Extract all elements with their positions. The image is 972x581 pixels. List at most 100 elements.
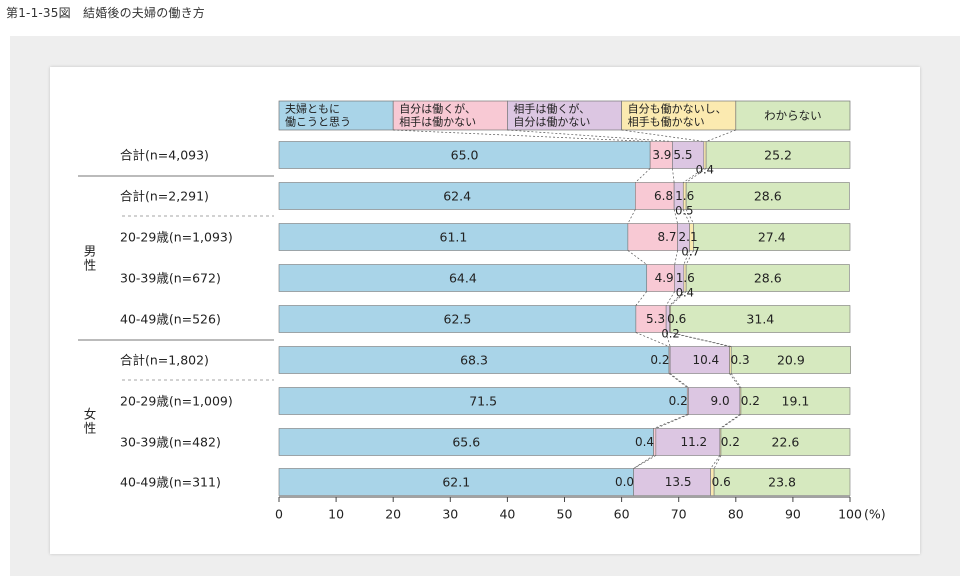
data-label: 28.6: [754, 271, 782, 286]
legend-label: 夫婦ともに: [285, 102, 340, 116]
bar-connector: [655, 414, 689, 429]
data-label: 2.1: [679, 230, 698, 244]
group-label: 性: [84, 258, 97, 273]
data-label: 64.4: [449, 271, 477, 286]
data-label: 62.1: [442, 475, 470, 490]
data-label: 10.4: [692, 353, 719, 367]
data-label: 71.5: [469, 394, 497, 409]
legend-connector: [621, 129, 704, 142]
x-tick-label: 50: [557, 507, 573, 522]
data-label: 11.2: [680, 435, 707, 449]
data-label: 22.6: [772, 435, 800, 450]
data-label: 4.9: [655, 271, 674, 285]
legend-label: 相手は働かない: [399, 115, 476, 129]
row-label: 20-29歳(n=1,009): [120, 394, 233, 409]
bar-connector: [672, 168, 675, 183]
legend-connector: [705, 129, 736, 142]
stacked-bar-chart: 夫婦ともに働こうと思う 自分は働くが、相手は働かない 相手は働くが、自分は働かない 自…: [78, 100, 886, 522]
bar-connector: [635, 291, 648, 306]
x-tick-label: 60: [614, 507, 630, 522]
data-label: 31.4: [746, 312, 774, 327]
data-label: 3.9: [652, 148, 671, 162]
row-label: 合計(n=4,093): [120, 148, 209, 163]
legend-label: 自分も働かないし、: [628, 103, 727, 116]
data-label: 0.2: [721, 435, 740, 449]
legend-label: 自分は働かない: [513, 116, 590, 129]
bar-connector: [653, 414, 688, 429]
data-label: 5.3: [646, 312, 665, 326]
group-label: 男: [84, 244, 97, 259]
data-label: 62.4: [443, 189, 471, 204]
legend-connector: [393, 129, 651, 142]
data-label: 0.7: [681, 245, 699, 259]
data-label: 20.9: [777, 353, 805, 368]
bar-connector: [627, 250, 647, 265]
row-label: 30-39歳(n=672): [120, 271, 221, 286]
x-tick-label: 70: [671, 507, 687, 522]
data-label: 0.3: [731, 353, 750, 367]
x-tick-label: 30: [442, 507, 458, 522]
data-label: 28.6: [754, 189, 782, 204]
chart-card: 夫婦ともに 働こうと思う 自分は働くが、 相手は働かない 相手は働くが、 自分は働かない 自…: [50, 67, 920, 554]
row-label: 30-39歳(n=482): [120, 435, 221, 450]
bar-connector: [674, 250, 678, 265]
data-label: 8.7: [657, 230, 676, 244]
data-label: 0.5: [675, 204, 693, 218]
bar-connector: [730, 373, 742, 388]
data-label: 27.4: [758, 230, 786, 245]
data-label: 62.5: [444, 312, 472, 327]
data-label: 23.8: [768, 475, 796, 490]
data-label: 9.0: [711, 394, 730, 408]
data-label: 0.2: [669, 394, 688, 408]
row-label: 20-29歳(n=1,093): [120, 230, 233, 245]
group-label: 女: [84, 407, 97, 422]
data-label: 0.2: [741, 394, 760, 408]
x-axis-label: (%): [864, 507, 886, 522]
bar-connector: [668, 373, 688, 388]
data-label: 25.2: [764, 148, 792, 163]
x-tick-label: 20: [385, 507, 401, 522]
data-label: 1.6: [676, 271, 695, 285]
bar-connector: [627, 209, 636, 224]
row-label: 40-49歳(n=311): [120, 475, 221, 490]
legend-label: 相手も働かない: [628, 115, 705, 129]
data-label: 0.6: [667, 312, 686, 326]
page-title: 第1-1-35図 結婚後の夫婦の働き方: [6, 6, 206, 20]
data-label: 0.2: [661, 327, 679, 341]
x-tick-label: 90: [785, 507, 801, 522]
x-tick-label: 80: [728, 507, 744, 522]
row-label: 合計(n=2,291): [120, 189, 209, 204]
data-label: 61.1: [440, 230, 468, 245]
data-label: 0.0: [615, 475, 634, 489]
data-label: 1.6: [675, 189, 694, 203]
bar-connector: [633, 455, 654, 469]
data-label: 6.8: [654, 189, 673, 203]
bar-connector: [720, 414, 742, 429]
x-tick-label: 40: [499, 507, 515, 522]
data-label: 68.3: [460, 353, 488, 368]
data-label: 65.6: [452, 435, 480, 450]
data-label: 19.1: [782, 394, 810, 409]
data-label: 0.2: [650, 353, 669, 367]
bar-connector: [719, 414, 740, 429]
x-tick-label: 10: [328, 507, 344, 522]
row-label: 40-49歳(n=526): [120, 312, 221, 327]
x-tick-label: 0: [275, 507, 283, 522]
x-tick-label: 100: [838, 507, 862, 522]
data-label: 65.0: [451, 148, 479, 163]
bar-connector: [729, 373, 741, 388]
bar-connector: [635, 168, 651, 183]
data-label: 13.5: [665, 475, 692, 489]
data-label: 0.6: [712, 475, 731, 489]
group-label: 性: [84, 421, 97, 436]
row-label: 合計(n=1,802): [120, 353, 209, 368]
bar-connector: [633, 455, 657, 469]
data-label: 0.4: [635, 435, 654, 449]
legend-label: 働こうと思う: [285, 116, 351, 129]
legend-label: わからない: [764, 109, 822, 123]
bar-connector: [669, 373, 689, 388]
data-label: 5.5: [673, 148, 692, 162]
legend-label: 相手は働くが、: [513, 102, 590, 116]
legend-connector: [507, 129, 673, 142]
legend-label: 自分は働くが、: [399, 102, 476, 116]
